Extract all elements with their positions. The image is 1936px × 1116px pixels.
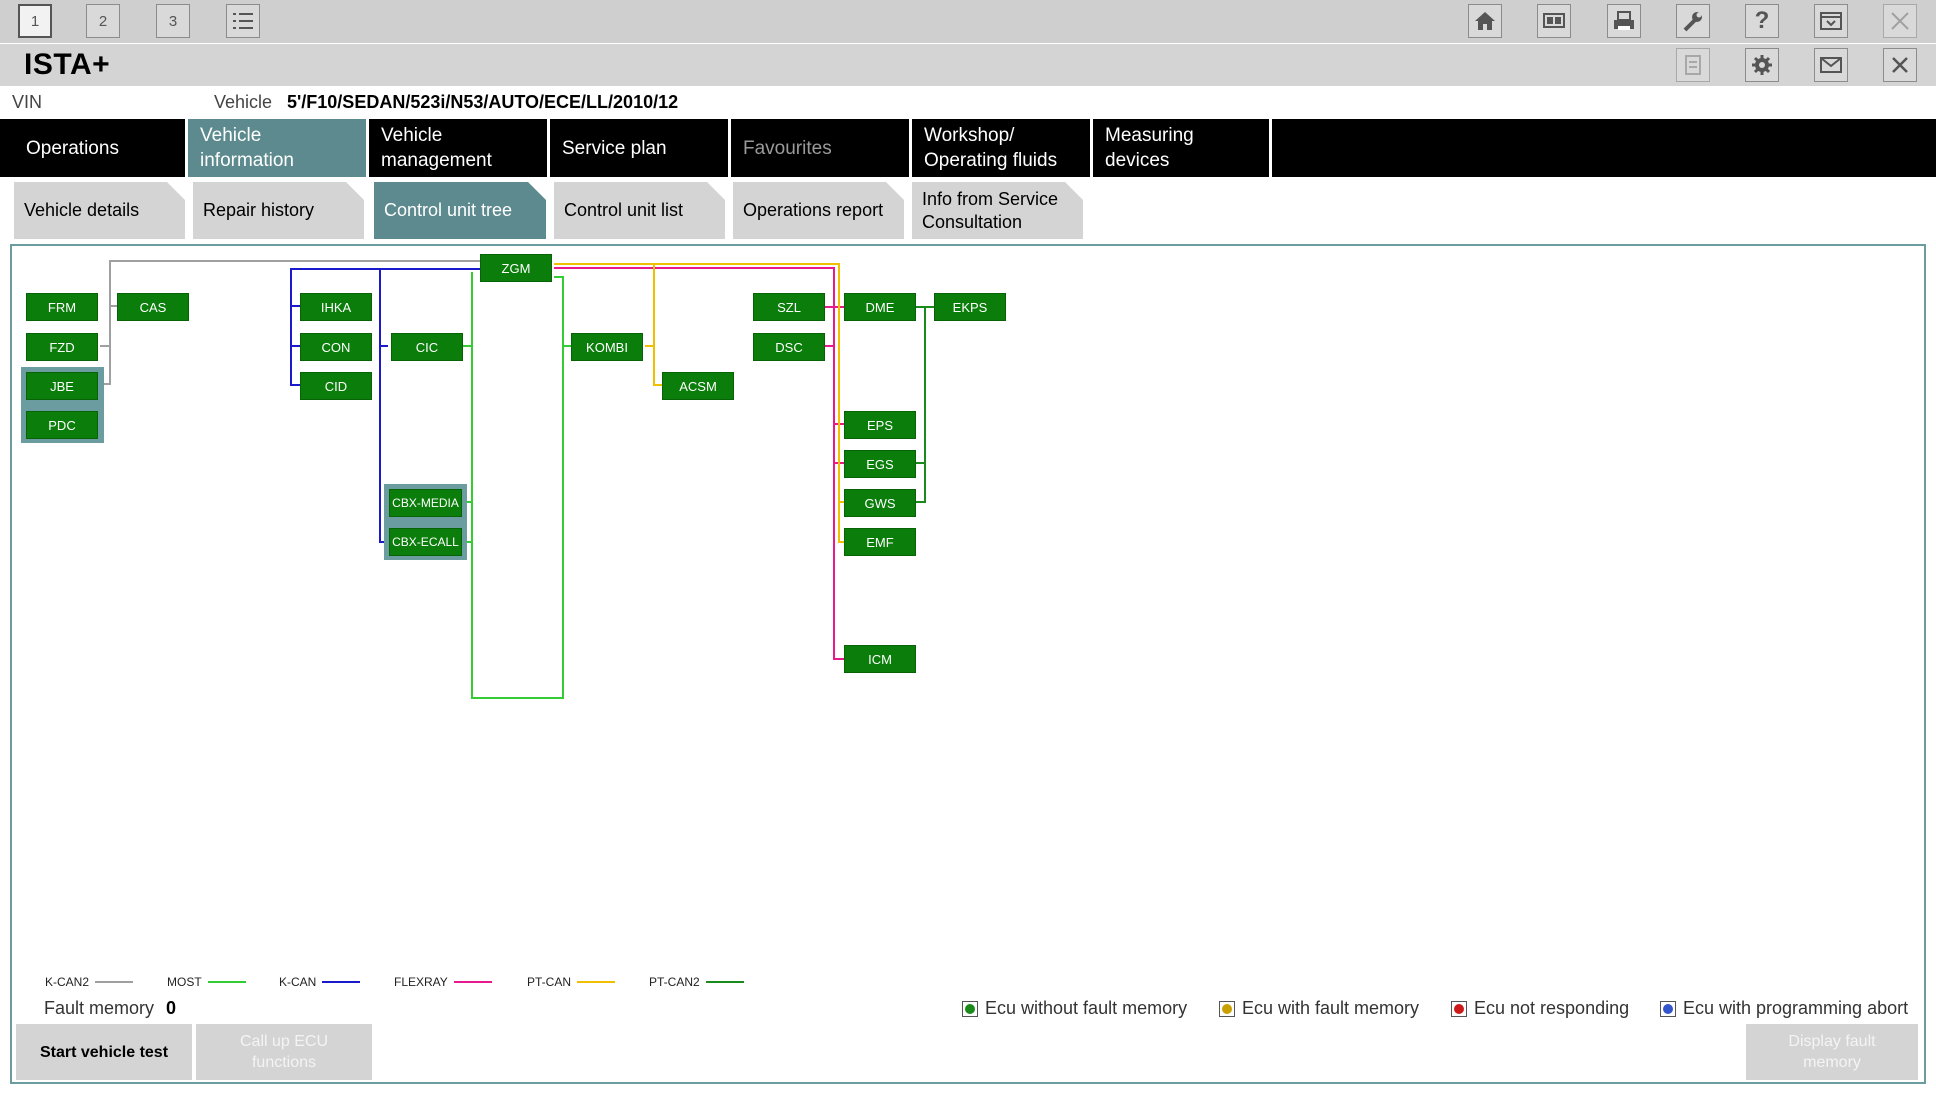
start-vehicle-test-button[interactable]: Start vehicle test [16,1024,192,1080]
ecu-kombi[interactable]: KOMBI [571,333,643,361]
ecu-emf[interactable]: EMF [844,528,916,556]
legend-pt-can: PT-CAN [527,975,616,989]
ecu-gws[interactable]: GWS [844,489,916,517]
status-blue-icon [1660,1000,1676,1017]
ecu-szl[interactable]: SZL [753,293,825,321]
bus-lines [100,260,934,699]
legend-k-can: K-CAN [279,975,361,989]
status-yellow-icon [1219,1000,1235,1017]
ecu-zgm[interactable]: ZGM [480,254,552,282]
ecu-frm[interactable]: FRM [26,293,98,321]
ecu-pdc[interactable]: PDC [26,411,98,439]
ecu-cbx-media[interactable]: CBX-MEDIA [389,489,462,517]
ecu-fzd[interactable]: FZD [26,333,98,361]
status-green-icon [962,1000,978,1017]
ecu-cas[interactable]: CAS [117,293,189,321]
status-ecu-not-responding: Ecu not responding [1451,998,1629,1019]
status-ecu-programming-abort: Ecu with programming abort [1660,998,1908,1019]
legend-pt-can2: PT-CAN2 [649,975,744,989]
pt-can2-bus [916,306,934,503]
display-fault-memory-button[interactable]: Display fault memory [1746,1024,1918,1080]
most-bus [463,272,571,699]
status-ecu-with-fault: Ecu with fault memory [1219,998,1419,1019]
status-red-icon [1451,1000,1467,1017]
ecu-cid[interactable]: CID [300,372,372,400]
ecu-egs[interactable]: EGS [844,450,916,478]
fault-memory-label: Fault memory [44,998,155,1018]
status-ecu-without-fault: Ecu without fault memory [962,998,1187,1019]
fault-memory-value: 0 [166,998,177,1018]
legend-flexray: FLEXRAY [394,975,492,989]
ecu-cbx-ecall[interactable]: CBX-ECALL [389,528,462,556]
ecu-acsm[interactable]: ACSM [662,372,734,400]
legend-k-can2: K-CAN2 [45,975,134,989]
ecu-con[interactable]: CON [300,333,372,361]
ecu-icm[interactable]: ICM [844,645,916,673]
call-up-ecu-functions-button[interactable]: Call up ECU functions [196,1024,372,1080]
legend-most: MOST [167,975,246,989]
ecu-ekps[interactable]: EKPS [934,293,1006,321]
ecu-jbe[interactable]: JBE [26,372,98,400]
ecu-dme[interactable]: DME [844,293,916,321]
flexray-bus [554,267,844,660]
ecu-cic[interactable]: CIC [391,333,463,361]
ecu-eps[interactable]: EPS [844,411,916,439]
ecu-dsc[interactable]: DSC [753,333,825,361]
ecu-ihka[interactable]: IHKA [300,293,372,321]
